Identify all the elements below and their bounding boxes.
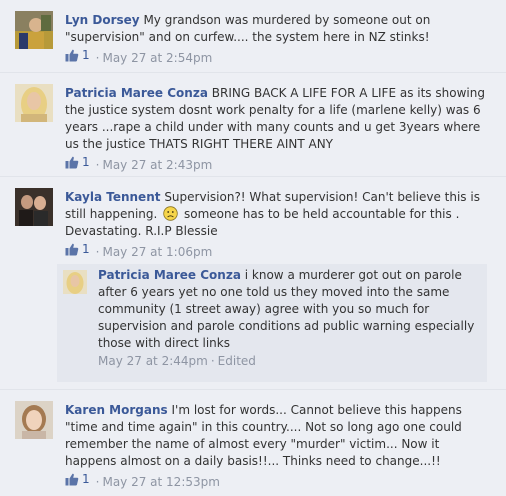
profile-photo-kayla-tennent-icon — [15, 188, 53, 226]
like-count-button[interactable]: 1 — [65, 241, 93, 258]
thumbs-up-icon — [65, 473, 79, 486]
like-count: 1 — [82, 242, 90, 256]
avatar[interactable] — [15, 188, 53, 226]
meta-separator: · — [95, 475, 100, 489]
comment-item: Kayla Tennent Supervision?! What supervi… — [0, 177, 506, 390]
meta-separator: · — [95, 245, 100, 259]
avatar[interactable] — [15, 11, 53, 49]
meta-separator: · — [95, 158, 100, 172]
profile-photo-patricia-maree-conza-icon — [15, 84, 53, 122]
avatar[interactable] — [63, 270, 87, 294]
profile-photo-lyn-dorsey-icon — [15, 11, 53, 49]
reply-item: Patricia Maree Conza i know a murderer g… — [57, 264, 487, 382]
like-count: 1 — [82, 155, 90, 169]
like-count-button[interactable]: 1 — [65, 47, 93, 64]
reply-meta: May 27 at 2:44pm · Edited — [98, 353, 479, 370]
frown-emoticon-icon — [163, 206, 178, 221]
thumbs-up-icon — [65, 243, 79, 256]
comment-meta: 1 · May 27 at 12:53pm — [65, 471, 488, 491]
comment-author-link[interactable]: Patricia Maree Conza — [65, 86, 208, 100]
thumbs-up-icon — [65, 156, 79, 169]
comment-item: Patricia Maree Conza BRING BACK A LIFE F… — [0, 73, 506, 177]
avatar[interactable] — [15, 84, 53, 122]
profile-photo-karen-morgans-icon — [15, 401, 53, 439]
comment-timestamp[interactable]: May 27 at 12:53pm — [102, 475, 219, 489]
like-count-button[interactable]: 1 — [65, 471, 93, 488]
comment-timestamp[interactable]: May 27 at 1:06pm — [102, 245, 212, 259]
like-count: 1 — [82, 48, 90, 62]
comment-timestamp[interactable]: May 27 at 2:43pm — [102, 158, 212, 172]
comment-author-link[interactable]: Lyn Dorsey — [65, 13, 140, 27]
comment-timestamp[interactable]: May 27 at 2:54pm — [102, 51, 212, 65]
avatar[interactable] — [15, 401, 53, 439]
comment-item: Karen Morgans I'm lost for words... Cann… — [0, 390, 506, 496]
comment-thread: Lyn Dorsey My grandson was murdered by s… — [0, 0, 506, 496]
comment-author-link[interactable]: Kayla Tennent — [65, 190, 160, 204]
like-count: 1 — [82, 472, 90, 486]
thumbs-up-icon — [65, 49, 79, 62]
comment-item: Lyn Dorsey My grandson was murdered by s… — [0, 0, 506, 73]
comment-meta: 1 · May 27 at 1:06pm — [65, 241, 488, 261]
reply-author-link[interactable]: Patricia Maree Conza — [98, 268, 241, 282]
edited-label[interactable]: Edited — [218, 354, 256, 368]
meta-separator: · — [210, 354, 215, 368]
comment-author-link[interactable]: Karen Morgans — [65, 403, 168, 417]
meta-separator: · — [95, 51, 100, 65]
comment-meta: 1 · May 27 at 2:54pm — [65, 47, 488, 67]
profile-photo-patricia-maree-conza-icon — [63, 270, 87, 294]
reply-timestamp[interactable]: May 27 at 2:44pm — [98, 354, 208, 368]
like-count-button[interactable]: 1 — [65, 154, 93, 171]
comment-meta: 1 · May 27 at 2:43pm — [65, 154, 488, 174]
